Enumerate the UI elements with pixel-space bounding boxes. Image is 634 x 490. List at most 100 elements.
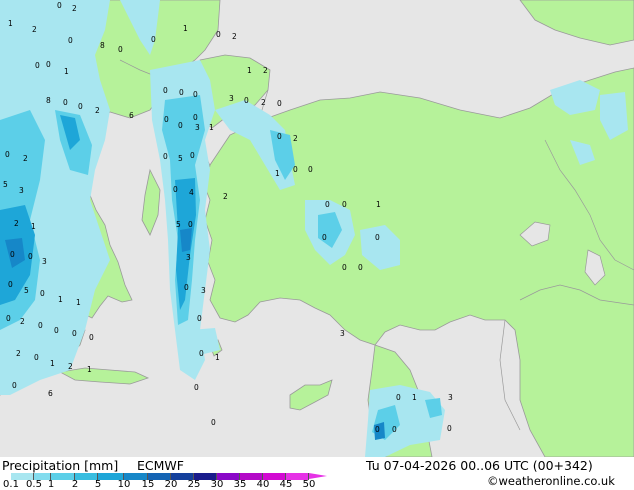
precip-value-label: 0 xyxy=(322,233,327,242)
map-title: Precipitation [mm] xyxy=(2,458,119,473)
precip-value-label: 0 xyxy=(396,393,401,402)
precip-value-label: 8 xyxy=(46,96,51,105)
precip-value-label: 1 xyxy=(247,66,252,75)
precip-value-label: 3 xyxy=(186,253,191,262)
precip-value-label: 0 xyxy=(392,425,397,434)
precip-value-label: 0 xyxy=(190,151,195,160)
precip-value-label: 0 xyxy=(68,36,73,45)
precip-value-label: 0 xyxy=(375,233,380,242)
precip-value-label: 0 xyxy=(40,289,45,298)
precip-value-label: 0 xyxy=(12,381,17,390)
precip-value-label: 0 xyxy=(163,152,168,161)
precip-value-label: 0 xyxy=(178,121,183,130)
precip-value-label: 3 xyxy=(19,186,24,195)
precip-value-label: 0 xyxy=(277,132,282,141)
precip-value-label: 2 xyxy=(14,219,19,228)
precip-value-label: 0 xyxy=(277,99,282,108)
precip-value-label: 3 xyxy=(340,329,345,338)
precip-value-label: 0 xyxy=(72,329,77,338)
precip-value-label: 2 xyxy=(20,317,25,326)
legend-tick-label: 30 xyxy=(210,479,224,490)
precip-value-label: 1 xyxy=(209,123,214,132)
precip-value-label: 0 xyxy=(308,165,313,174)
precip-value-label: 2 xyxy=(68,362,73,371)
precip-value-label: 0 xyxy=(6,314,11,323)
legend-tick-label: 15 xyxy=(141,479,155,490)
precip-value-label: 0 xyxy=(5,150,10,159)
precip-value-label: 0 xyxy=(375,425,380,434)
precip-value-label: 2 xyxy=(223,192,228,201)
precip-value-label: 3 xyxy=(201,286,206,295)
precip-value-label: 0 xyxy=(325,200,330,209)
precip-value-label: 1 xyxy=(215,353,220,362)
precip-value-label: 3 xyxy=(195,123,200,132)
precip-value-label: 0 xyxy=(173,185,178,194)
legend-tick-label: 25 xyxy=(187,479,201,490)
legend-tick-label: 50 xyxy=(302,479,316,490)
precip-value-label: 5 xyxy=(176,220,181,229)
precip-value-label: 0 xyxy=(184,283,189,292)
legend-tick-label: 0.5 xyxy=(26,479,42,490)
legend-tick-label: 10 xyxy=(117,479,131,490)
precip-value-label: 0 xyxy=(57,1,62,10)
site-credit: ©weatheronline.co.uk xyxy=(487,474,615,488)
precip-value-label: 1 xyxy=(50,359,55,368)
precip-value-label: 2 xyxy=(95,106,100,115)
legend-tick-label: 35 xyxy=(233,479,247,490)
precip-value-label: 0 xyxy=(358,263,363,272)
precip-value-label: 4 xyxy=(189,188,194,197)
precip-value-label: 2 xyxy=(293,134,298,143)
precip-value-label: 0 xyxy=(211,418,216,427)
precip-value-label: 1 xyxy=(8,19,13,28)
precip-value-label: 0 xyxy=(63,98,68,107)
legend-tick-label: 45 xyxy=(279,479,293,490)
precip-value-label: 2 xyxy=(232,32,237,41)
precip-value-label: 0 xyxy=(151,35,156,44)
precip-value-label: 0 xyxy=(118,45,123,54)
valid-datetime: Tu 07-04-2026 00..06 UTC (00+342) xyxy=(366,458,593,473)
legend-tick-label: 0.1 xyxy=(3,479,19,490)
precip-value-label: 2 xyxy=(32,25,37,34)
precip-value-label: 0 xyxy=(78,102,83,111)
precip-value-label: 1 xyxy=(87,365,92,374)
precipitation-map: 0 21208 0010 20101 20 0 0 3 0 2 08 0 0 26 0100 30 5 00 21 0… xyxy=(0,0,634,457)
precip-value-label: 0 xyxy=(197,314,202,323)
precip-value-label: 0 xyxy=(447,424,452,433)
precip-value-label: 1 xyxy=(31,222,36,231)
precip-value-label: 3 xyxy=(42,257,47,266)
precip-value-label: 0 xyxy=(179,88,184,97)
precip-value-label: 0 xyxy=(199,349,204,358)
precip-value-label: 0 xyxy=(216,30,221,39)
precip-value-label: 0 xyxy=(163,86,168,95)
precip-value-label: 0 xyxy=(293,165,298,174)
precip-value-label: 6 xyxy=(48,389,53,398)
precip-value-label: 0 xyxy=(342,263,347,272)
precip-value-label: 5 xyxy=(24,286,29,295)
precip-value-label: 2 xyxy=(261,98,266,107)
precip-value-label: 0 xyxy=(8,280,13,289)
precip-value-label: 0 xyxy=(244,96,249,105)
precip-value-label: 8 xyxy=(100,41,105,50)
precip-value-label: 6 xyxy=(129,111,134,120)
precip-value-label: 0 xyxy=(164,115,169,124)
precip-value-label: 0 xyxy=(54,326,59,335)
precip-value-label: 0 xyxy=(188,220,193,229)
footer: Precipitation [mm] ECMWF Tu 07-04-2026 0… xyxy=(0,457,634,490)
legend-tick-label: 2 xyxy=(71,479,79,490)
precip-value-label: 0 xyxy=(193,90,198,99)
precip-value-label: 1 xyxy=(58,295,63,304)
precip-value-label: 1 xyxy=(183,24,188,33)
legend-tick-label: 20 xyxy=(164,479,178,490)
precip-value-label: 0 xyxy=(38,321,43,330)
precip-value-label: 3 xyxy=(448,393,453,402)
precip-value-label: 2 xyxy=(23,154,28,163)
precip-value-label: 0 xyxy=(34,353,39,362)
precip-value-label: 0 xyxy=(342,200,347,209)
legend-tick-label: 5 xyxy=(94,479,102,490)
precip-value-label: 0 xyxy=(28,252,33,261)
precip-value-label: 5 xyxy=(3,180,8,189)
precip-value-label: 0 xyxy=(35,61,40,70)
precip-value-label: 0 xyxy=(89,333,94,342)
precip-value-label: 0 xyxy=(193,113,198,122)
legend-tick-label: 1 xyxy=(47,479,55,490)
